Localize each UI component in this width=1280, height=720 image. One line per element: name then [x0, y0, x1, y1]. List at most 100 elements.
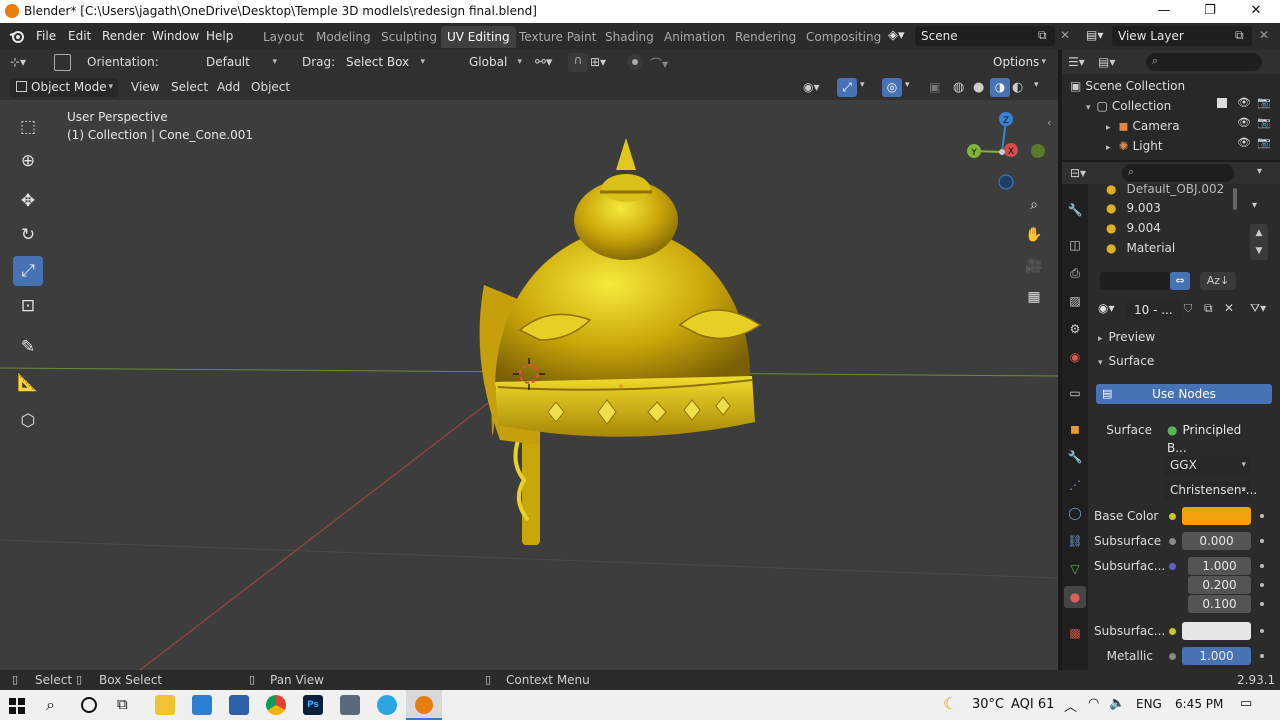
slot-list-scrollbar[interactable]: [1233, 188, 1237, 210]
visibility-icon[interactable]: ◉▾: [803, 80, 820, 94]
rotate-tool-icon[interactable]: ↻: [13, 220, 43, 250]
view-layer-field[interactable]: View Layer: [1112, 26, 1252, 46]
subsurface-socket[interactable]: [1169, 538, 1176, 545]
keyframe-dot[interactable]: [1260, 583, 1264, 587]
keyframe-dot[interactable]: [1260, 564, 1264, 568]
menu-file[interactable]: File: [36, 29, 56, 43]
zoom-icon[interactable]: ⌕: [1021, 192, 1047, 218]
weather-temperature[interactable]: 30°C: [972, 697, 1004, 712]
weather-moon-icon[interactable]: ☾: [943, 694, 957, 713]
unlink-material-icon[interactable]: ✕: [1224, 301, 1234, 315]
tab-output-icon[interactable]: ⎙: [1064, 262, 1086, 284]
outliner-editor-type-icon[interactable]: ☰▾: [1068, 55, 1085, 69]
transform-orientation-dropdown[interactable]: Global ▾: [447, 53, 527, 72]
camera-view-icon[interactable]: 🎥: [1021, 253, 1047, 279]
fake-user-icon[interactable]: ⛉: [1184, 302, 1192, 316]
collection-visibility-icon[interactable]: 👁: [1237, 96, 1251, 109]
link-type-icon[interactable]: ⛛▾: [1250, 301, 1266, 316]
notifications-icon[interactable]: ▭: [1240, 696, 1252, 711]
material-slot[interactable]: ● Material: [1106, 238, 1175, 258]
tab-scene-icon[interactable]: ⚙: [1064, 318, 1086, 340]
new-material-icon[interactable]: ⧉: [1204, 301, 1213, 316]
outliner-light[interactable]: ▸ ✺ Light: [1106, 136, 1163, 156]
weather-aqi[interactable]: AQI 61: [1011, 697, 1054, 712]
material-browse-icon[interactable]: ◉▾: [1098, 301, 1115, 315]
move-tool-icon[interactable]: ✥: [13, 186, 43, 216]
display-mode-icon[interactable]: ▤▾: [1098, 55, 1115, 69]
subsurface-color-swatch[interactable]: [1182, 622, 1251, 640]
volume-icon[interactable]: 🔈: [1109, 696, 1125, 711]
base-color-swatch[interactable]: [1182, 507, 1251, 525]
navigation-gizmo[interactable]: Z Y X: [962, 108, 1058, 198]
subsurface-method-dropdown[interactable]: Christensen-... ▾: [1164, 481, 1257, 500]
select-box-tool-icon[interactable]: ⬚: [13, 112, 43, 142]
material-slot-list[interactable]: ● Default_OBJ.002 ● 9.003 ● 9.004 ● Material: [1094, 184, 1234, 262]
file-explorer-icon[interactable]: [155, 695, 175, 715]
chrome-icon[interactable]: [266, 695, 286, 715]
cortana-icon[interactable]: [81, 697, 97, 713]
menu-select[interactable]: Select: [171, 80, 208, 94]
tab-texture-icon[interactable]: ▩: [1064, 622, 1086, 644]
tab-physics-icon[interactable]: ◯: [1064, 502, 1086, 524]
maximize-button[interactable]: ❐: [1187, 0, 1233, 23]
blender-taskbar-button[interactable]: [406, 690, 442, 720]
proportional-edit-icon[interactable]: [627, 54, 643, 70]
gizmo-toggle-icon[interactable]: ⤢: [837, 78, 857, 97]
tab-modifiers-icon[interactable]: 🔧: [1064, 446, 1086, 468]
tab-layout[interactable]: Layout: [257, 26, 310, 48]
use-nodes-button[interactable]: ▤ Use Nodes: [1096, 384, 1272, 404]
wifi-icon[interactable]: ◠: [1088, 696, 1099, 711]
sort-icon[interactable]: Az↓: [1200, 272, 1236, 290]
tab-texture-paint[interactable]: Texture Paint: [513, 26, 602, 48]
editor-type-icon[interactable]: ⊹▾: [10, 55, 26, 69]
gizmo-dropdown-icon[interactable]: ▾: [860, 80, 865, 90]
tab-animation[interactable]: Animation: [658, 26, 731, 48]
wireframe-shading-icon[interactable]: ◍: [953, 80, 964, 95]
rendered-shading-icon[interactable]: ◐: [1012, 80, 1023, 95]
xray-icon[interactable]: ▣: [929, 80, 940, 94]
measure-tool-icon[interactable]: 📐: [13, 368, 43, 398]
mail-icon[interactable]: [192, 695, 212, 715]
ortho-toggle-icon[interactable]: ▦: [1021, 284, 1047, 310]
properties-search-input[interactable]: ⌕: [1122, 164, 1234, 182]
tab-sculpting[interactable]: Sculpting: [375, 26, 443, 48]
slot-filter-input[interactable]: [1100, 272, 1170, 290]
tab-material-icon[interactable]: ●: [1064, 586, 1086, 608]
search-icon[interactable]: ⌕: [46, 695, 55, 715]
tab-tool-icon[interactable]: 🔧: [1064, 199, 1086, 221]
scale-tool-icon[interactable]: ⤢: [13, 256, 43, 286]
windows-start-icon[interactable]: [9, 698, 25, 714]
tab-render-icon[interactable]: ◫: [1064, 234, 1086, 256]
app-window-icon[interactable]: [340, 695, 360, 715]
base-color-socket[interactable]: [1169, 513, 1176, 520]
slot-move-buttons[interactable]: ▲ ▼: [1250, 224, 1268, 260]
collection-exclude-checkbox[interactable]: [1217, 98, 1227, 108]
falloff-icon[interactable]: ⌒▾: [650, 55, 668, 72]
keyframe-dot[interactable]: [1260, 539, 1264, 543]
blender-menu-icon[interactable]: [9, 29, 25, 43]
view-layer-icon[interactable]: ▤▾: [1086, 28, 1103, 42]
tray-chevron-icon[interactable]: ︿: [1064, 696, 1077, 715]
tab-rendering[interactable]: Rendering: [729, 26, 802, 48]
pan-hand-icon[interactable]: ✋: [1021, 222, 1047, 248]
tab-shading[interactable]: Shading: [599, 26, 660, 48]
properties-options-icon[interactable]: ▾: [1257, 166, 1262, 177]
tab-view-layer-icon[interactable]: ▨: [1064, 290, 1086, 312]
filter-invert-icon[interactable]: ⇔: [1170, 272, 1190, 290]
delete-view-layer-icon[interactable]: ✕: [1259, 28, 1269, 42]
light-visibility-icon[interactable]: 👁: [1237, 136, 1251, 149]
distribution-dropdown[interactable]: GGX ▾: [1164, 456, 1251, 475]
tab-object-icon[interactable]: ◼: [1064, 418, 1086, 440]
photoshop-icon[interactable]: Ps: [303, 695, 323, 715]
overlays-toggle-icon[interactable]: ◎: [882, 78, 902, 97]
menu-object[interactable]: Object: [251, 80, 290, 94]
metallic-field[interactable]: 1.000: [1182, 647, 1251, 665]
material-name-field[interactable]: 10 - ...: [1126, 300, 1182, 320]
slot-specials-icon[interactable]: ▾: [1252, 200, 1257, 211]
menu-add[interactable]: Add: [217, 80, 240, 94]
minimize-button[interactable]: —: [1141, 0, 1187, 23]
keyframe-dot[interactable]: [1260, 629, 1264, 633]
tab-constraints-icon[interactable]: ⛓: [1064, 530, 1086, 552]
tab-collection-icon[interactable]: ▭: [1064, 382, 1086, 404]
keyframe-dot[interactable]: [1260, 514, 1264, 518]
